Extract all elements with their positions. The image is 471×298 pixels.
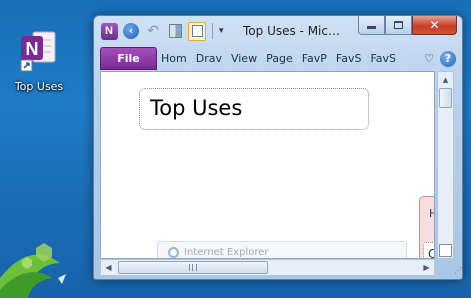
customize-qat-icon[interactable]: ▾ <box>219 26 224 36</box>
app-menu-button[interactable]: N <box>100 22 118 40</box>
tab-page[interactable]: Page <box>262 47 298 70</box>
vertical-scroll-thumb[interactable] <box>439 88 452 108</box>
onenote-logo-icon: N <box>100 22 118 40</box>
scroll-right-arrow-icon[interactable]: ▶ <box>419 260 434 275</box>
onenote-window[interactable]: N ‹ ↶ ▾ Top Uses - Mic… ✕ File Hom Drav … <box>93 15 463 280</box>
note-inner-text: C <box>428 247 434 258</box>
tab-view[interactable]: View <box>227 47 263 70</box>
qat-separator <box>212 23 213 39</box>
tab-draw[interactable]: Drav <box>192 47 227 70</box>
ribbon-tabs: File Hom Drav View Page FavP FavS FavS ♡… <box>100 47 456 70</box>
undo-button[interactable]: ↶ <box>144 22 162 40</box>
quick-access-toolbar: N ‹ ↶ ▾ <box>100 21 224 41</box>
vertical-scrollbar[interactable]: ▲ <box>437 71 454 259</box>
ie-clip-text: Internet Explorer <box>184 247 269 258</box>
ie-clip-container[interactable]: Internet Explorer <box>157 241 407 258</box>
note-container-text: H <box>429 207 434 220</box>
note-container-pink[interactable]: H C <box>419 196 434 258</box>
page-canvas[interactable]: Top Uses H C Internet Explorer <box>100 71 435 259</box>
resize-grip-icon[interactable]: ⋰ <box>454 266 462 275</box>
internet-explorer-icon <box>168 247 179 258</box>
page-title[interactable]: Top Uses <box>150 96 242 120</box>
dock-to-desktop-button[interactable] <box>166 22 184 40</box>
full-page-view-button[interactable] <box>188 21 206 41</box>
tab-favs-2[interactable]: FavS <box>366 47 402 70</box>
scroll-left-arrow-icon[interactable]: ◀ <box>101 260 116 275</box>
maximize-button[interactable] <box>385 16 412 35</box>
note-inner-box[interactable]: C <box>423 242 434 258</box>
minimize-icon <box>367 26 376 29</box>
caption-buttons: ✕ <box>358 16 457 35</box>
maximize-icon <box>394 21 403 29</box>
scroll-grip-icon <box>189 264 197 271</box>
back-arrow-icon: ‹ <box>123 23 139 39</box>
tab-file[interactable]: File <box>100 47 157 70</box>
undo-icon: ↶ <box>147 23 159 39</box>
tab-home[interactable]: Hom <box>157 47 192 70</box>
page-title-container[interactable]: Top Uses <box>139 88 369 130</box>
svg-text:N: N <box>26 39 39 59</box>
back-button[interactable]: ‹ <box>122 22 140 40</box>
onenote-shortcut-icon: N <box>19 28 59 72</box>
window-title: Top Uses - Mic… <box>243 24 340 38</box>
title-bar[interactable]: N ‹ ↶ ▾ Top Uses - Mic… ✕ <box>94 16 462 46</box>
full-page-view-icon <box>188 21 206 41</box>
horizontal-scrollbar[interactable]: ◀ ▶ <box>100 259 435 276</box>
help-icon[interactable]: ? <box>440 50 456 67</box>
close-icon: ✕ <box>429 18 440 32</box>
desktop-icon-label: Top Uses <box>14 80 64 93</box>
close-button[interactable]: ✕ <box>412 16 457 35</box>
dock-icon <box>168 24 182 38</box>
desktop-wallpaper-swirl <box>0 243 66 298</box>
ribbon-expand-chevron-icon[interactable]: ♡ <box>422 52 436 65</box>
tab-favp[interactable]: FavP <box>298 47 332 70</box>
scroll-up-arrow-icon[interactable]: ▲ <box>438 72 453 87</box>
ribbon-right-controls: ♡ ? <box>422 47 456 70</box>
desktop-shortcut[interactable]: N Top Uses <box>6 28 72 93</box>
tab-favs-1[interactable]: FavS <box>332 47 367 70</box>
page-list-toggle-icon[interactable] <box>439 244 452 257</box>
horizontal-scroll-thumb[interactable] <box>118 261 268 274</box>
minimize-button[interactable] <box>358 16 385 35</box>
